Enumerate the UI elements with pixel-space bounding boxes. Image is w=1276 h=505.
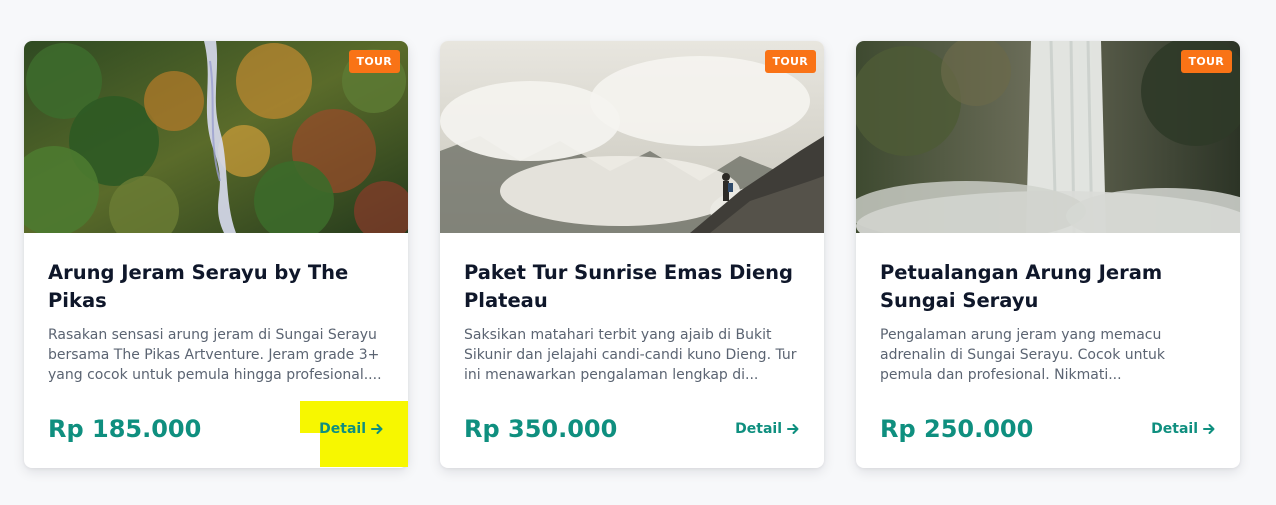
card-image[interactable]: TOUR — [856, 41, 1240, 233]
detail-link[interactable]: Detail — [1151, 421, 1216, 437]
detail-label: Detail — [1151, 421, 1198, 437]
card-price: Rp 350.000 — [464, 415, 618, 443]
card-image[interactable]: TOUR — [24, 41, 408, 233]
tour-badge: TOUR — [348, 50, 400, 73]
arrow-right-icon — [1203, 424, 1215, 434]
card-title[interactable]: Arung Jeram Serayu by The Pikas — [48, 259, 384, 315]
card-description: Pengalaman arung jeram yang memacu adren… — [880, 327, 1166, 383]
tour-card[interactable]: TOUR Petualangan Arung Jeram Sungai Sera… — [856, 41, 1240, 468]
tour-card-grid: TOUR Arung Jeram Serayu by The Pikas Ras… — [24, 41, 1240, 468]
detail-link[interactable]: Detail — [319, 421, 384, 437]
card-title[interactable]: Paket Tur Sunrise Emas Dieng Plateau — [464, 259, 800, 315]
detail-label: Detail — [319, 421, 366, 437]
card-title[interactable]: Petualangan Arung Jeram Sungai Serayu — [880, 259, 1216, 315]
tour-badge: TOUR — [764, 50, 816, 73]
arrow-right-icon — [371, 424, 383, 434]
detail-label: Detail — [735, 421, 782, 437]
card-description: Saksikan matahari terbit yang ajaib di B… — [464, 327, 797, 383]
card-price: Rp 250.000 — [880, 415, 1034, 443]
detail-link[interactable]: Detail — [735, 421, 800, 437]
arrow-right-icon — [787, 424, 799, 434]
tour-card[interactable]: TOUR Arung Jeram Serayu by The Pikas Ras… — [24, 41, 408, 468]
card-image[interactable]: TOUR — [440, 41, 824, 233]
card-price: Rp 185.000 — [48, 415, 202, 443]
card-description: Rasakan sensasi arung jeram di Sungai Se… — [48, 327, 382, 383]
tour-badge: TOUR — [1180, 50, 1232, 73]
tour-card[interactable]: TOUR Paket Tur Sunrise Emas Dieng Platea… — [440, 41, 824, 468]
